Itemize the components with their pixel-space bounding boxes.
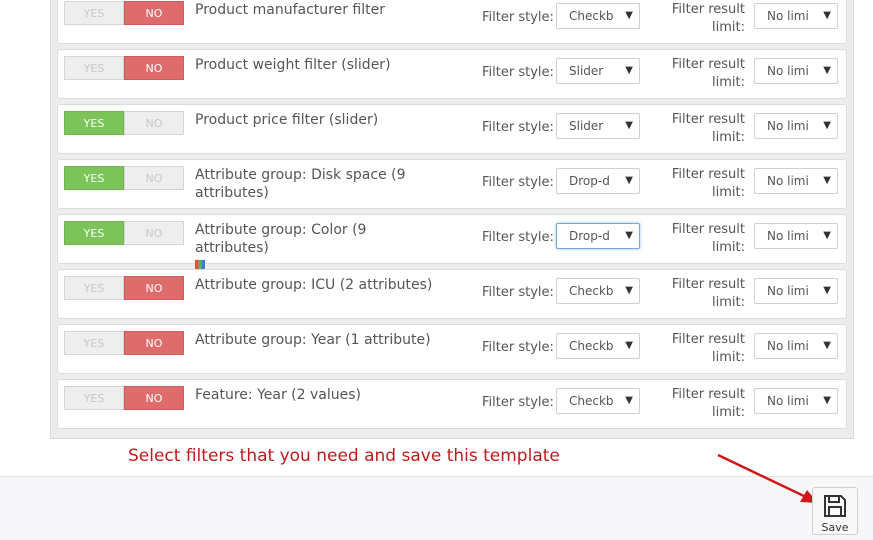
filter-limit-select[interactable]: No limi ▼ <box>754 278 838 304</box>
filter-row: YES NO Product weight filter (slider) Filte… <box>57 49 847 99</box>
filter-row: YES NO Attribute group: Year (1 attribute)… <box>57 324 847 374</box>
filter-limit-select[interactable]: No limi ▼ <box>754 113 838 139</box>
caret-down-icon: ▼ <box>820 4 831 28</box>
filter-label: Attribute group: Disk space (9 attribute… <box>195 167 406 201</box>
toggle-no[interactable]: NO <box>124 276 184 300</box>
caret-down-icon: ▼ <box>622 279 633 303</box>
filter-label: Product manufacturer filter <box>195 2 385 18</box>
caret-down-icon: ▼ <box>820 279 831 303</box>
filter-style-label: Filter style: <box>482 120 554 135</box>
filter-style-label: Filter style: <box>482 175 554 190</box>
enable-toggle[interactable]: YES NO <box>64 56 184 80</box>
filter-row: YES NO Feature: Year (2 values) Filter styl… <box>57 379 847 429</box>
caret-down-icon: ▼ <box>622 334 633 358</box>
toggle-no[interactable]: NO <box>124 331 184 355</box>
caret-down-icon: ▼ <box>820 334 831 358</box>
save-label: Save <box>821 521 849 534</box>
toggle-yes[interactable]: YES <box>64 166 124 190</box>
toggle-no[interactable]: NO <box>124 221 184 245</box>
toggle-no[interactable]: NO <box>124 56 184 80</box>
filter-label: Attribute group: Color (9 attributes) <box>195 221 435 270</box>
caret-down-icon: ▼ <box>622 169 633 193</box>
caret-down-icon: ▼ <box>820 59 831 83</box>
filter-style-select[interactable]: Checkb ▼ <box>556 388 640 414</box>
toggle-no[interactable]: NO <box>124 386 184 410</box>
filter-label: Feature: Year (2 values) <box>195 387 361 403</box>
filter-limit-label: Filter result limit: <box>671 167 745 200</box>
filter-style-select[interactable]: Checkb ▼ <box>556 278 640 304</box>
enable-toggle[interactable]: YES NO <box>64 166 184 190</box>
filter-style-select[interactable]: Slider ▼ <box>556 113 640 139</box>
filter-limit-select[interactable]: No limi ▼ <box>754 333 838 359</box>
caret-down-icon: ▼ <box>820 389 831 413</box>
caret-down-icon: ▼ <box>622 114 633 138</box>
filter-style-label: Filter style: <box>482 230 554 245</box>
filter-limit-select[interactable]: No limi ▼ <box>754 223 838 249</box>
caret-down-icon: ▼ <box>820 114 831 138</box>
save-button[interactable]: Save <box>812 487 858 535</box>
enable-toggle[interactable]: YES NO <box>64 1 184 25</box>
filter-style-select[interactable]: Slider ▼ <box>556 58 640 84</box>
filter-style-select[interactable]: Drop-d ▼ <box>556 168 640 194</box>
enable-toggle[interactable]: YES NO <box>64 386 184 410</box>
filter-label: Product price filter (slider) <box>195 112 379 128</box>
filter-row: YES NO Product manufacturer filter Filter s… <box>57 0 847 44</box>
filter-style-select[interactable]: Checkb ▼ <box>556 333 640 359</box>
toggle-yes[interactable]: YES <box>64 111 124 135</box>
toggle-no[interactable]: NO <box>124 111 184 135</box>
filter-row: YES NO Attribute group: Color (9 attribute… <box>57 214 847 270</box>
toggle-yes[interactable]: YES <box>64 331 124 355</box>
filter-style-label: Filter style: <box>482 285 554 300</box>
filter-label: Attribute group: Year (1 attribute) <box>195 332 431 348</box>
toggle-yes[interactable]: YES <box>64 56 124 80</box>
toggle-yes[interactable]: YES <box>64 276 124 300</box>
filter-limit-select[interactable]: No limi ▼ <box>754 58 838 84</box>
caret-down-icon: ▼ <box>622 59 633 83</box>
instruction-annotation: Select filters that you need and save th… <box>128 446 560 466</box>
enable-toggle[interactable]: YES NO <box>64 276 184 300</box>
filter-limit-label: Filter result limit: <box>671 387 745 420</box>
filter-limit-label: Filter result limit: <box>671 277 745 310</box>
enable-toggle[interactable]: YES NO <box>64 111 184 135</box>
toggle-yes[interactable]: YES <box>64 386 124 410</box>
toggle-no[interactable]: NO <box>124 1 184 25</box>
filter-style-label: Filter style: <box>482 395 554 410</box>
filter-limit-label: Filter result limit: <box>671 222 745 255</box>
floppy-disk-icon <box>824 495 846 517</box>
filter-row: YES NO Attribute group: ICU (2 attributes)… <box>57 269 847 319</box>
caret-down-icon: ▼ <box>622 224 633 248</box>
toggle-yes[interactable]: YES <box>64 221 124 245</box>
filter-limit-label: Filter result limit: <box>671 332 745 365</box>
filter-limit-label: Filter result limit: <box>671 57 745 90</box>
filter-row: YES NO Product price filter (slider) Filter… <box>57 104 847 154</box>
enable-toggle[interactable]: YES NO <box>64 221 184 245</box>
filter-limit-select[interactable]: No limi ▼ <box>754 3 838 29</box>
filter-limit-select[interactable]: No limi ▼ <box>754 388 838 414</box>
filter-row: YES NO Attribute group: Disk space (9 attr… <box>57 159 847 209</box>
filter-style-label: Filter style: <box>482 65 554 80</box>
toggle-yes[interactable]: YES <box>64 1 124 25</box>
footer-bar <box>0 476 873 540</box>
caret-down-icon: ▼ <box>622 4 633 28</box>
filter-limit-select[interactable]: No limi ▼ <box>754 168 838 194</box>
filter-style-label: Filter style: <box>482 340 554 355</box>
filter-style-select[interactable]: Drop-d ▼ <box>556 223 640 249</box>
filter-limit-label: Filter result limit: <box>671 112 745 145</box>
toggle-no[interactable]: NO <box>124 166 184 190</box>
filter-limit-label: Filter result limit: <box>671 2 745 35</box>
enable-toggle[interactable]: YES NO <box>64 331 184 355</box>
caret-down-icon: ▼ <box>820 169 831 193</box>
filter-style-select[interactable]: Checkb ▼ <box>556 3 640 29</box>
filter-label: Attribute group: ICU (2 attributes) <box>195 277 433 293</box>
caret-down-icon: ▼ <box>622 389 633 413</box>
caret-down-icon: ▼ <box>820 224 831 248</box>
filter-style-label: Filter style: <box>482 10 554 25</box>
filter-label: Product weight filter (slider) <box>195 57 391 73</box>
